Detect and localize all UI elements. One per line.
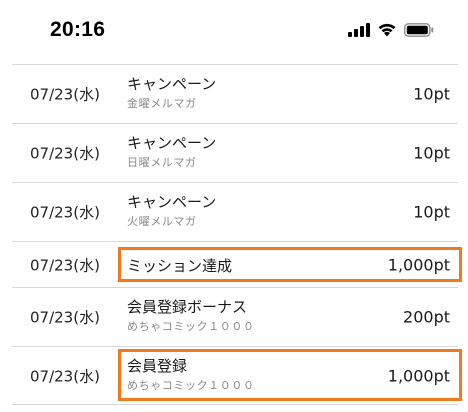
history-subtitle: 火曜メルマガ: [127, 215, 197, 228]
history-title: ミッション達成: [127, 257, 233, 275]
history-subtitle: めちゃコミック１０００: [127, 320, 255, 333]
history-subtitle: めちゃコミック１０００: [127, 379, 255, 392]
history-row: 07/23(水) 会員登録ボーナス めちゃコミック１０００ 200pt: [12, 287, 458, 346]
point-history-list: 07/23(水) キャンペーン 金曜メルマガ 10pt 07/23(水) キャン…: [12, 64, 462, 405]
cellular-signal-icon: [348, 22, 370, 37]
history-date: 07/23(水): [30, 85, 100, 104]
status-bar: 20:16: [0, 0, 468, 64]
status-time: 20:16: [50, 18, 106, 41]
history-title-block: キャンペーン 火曜メルマガ: [127, 192, 216, 230]
history-title: キャンペーン: [127, 75, 217, 93]
history-title-block: 会員登録 めちゃコミック１０００: [127, 356, 255, 394]
history-subtitle: 金曜メルマガ: [127, 97, 197, 110]
history-title: 会員登録ボーナス: [127, 298, 248, 316]
history-row: 07/23(水) キャンペーン 火曜メルマガ 10pt: [12, 182, 458, 241]
history-title: キャンペーン: [127, 134, 217, 152]
history-date: 07/23(水): [30, 144, 100, 163]
history-points: 10pt: [413, 143, 450, 163]
history-points: 1,000pt: [387, 366, 450, 385]
history-title-block: ミッション達成: [127, 256, 232, 276]
wifi-icon: [378, 23, 396, 37]
history-title-block: キャンペーン 金曜メルマガ: [127, 74, 216, 112]
history-title-block: キャンペーン 日曜メルマガ: [127, 133, 216, 171]
history-row: 07/23(水) 会員登録 めちゃコミック１０００ 1,000pt: [12, 346, 462, 405]
history-points: 10pt: [413, 84, 450, 104]
status-icons: [348, 22, 434, 37]
history-points: 10pt: [413, 202, 450, 222]
history-row: 07/23(水) キャンペーン 日曜メルマガ 10pt: [12, 123, 458, 182]
history-points: 1,000pt: [387, 255, 450, 274]
history-row: 07/23(水) ミッション達成 1,000pt: [12, 241, 462, 287]
history-subtitle: 日曜メルマガ: [127, 156, 197, 169]
history-points: 200pt: [403, 307, 450, 327]
battery-icon: [404, 22, 434, 37]
history-date: 07/23(水): [30, 203, 100, 222]
history-title: 会員登録: [127, 357, 188, 375]
history-title-block: 会員登録ボーナス めちゃコミック１０００: [127, 297, 255, 335]
history-row: 07/23(水) キャンペーン 金曜メルマガ 10pt: [12, 64, 458, 123]
history-date: 07/23(水): [30, 308, 100, 327]
history-date: 07/23(水): [30, 256, 100, 274]
history-title: キャンペーン: [127, 193, 217, 211]
history-date: 07/23(水): [30, 367, 100, 385]
